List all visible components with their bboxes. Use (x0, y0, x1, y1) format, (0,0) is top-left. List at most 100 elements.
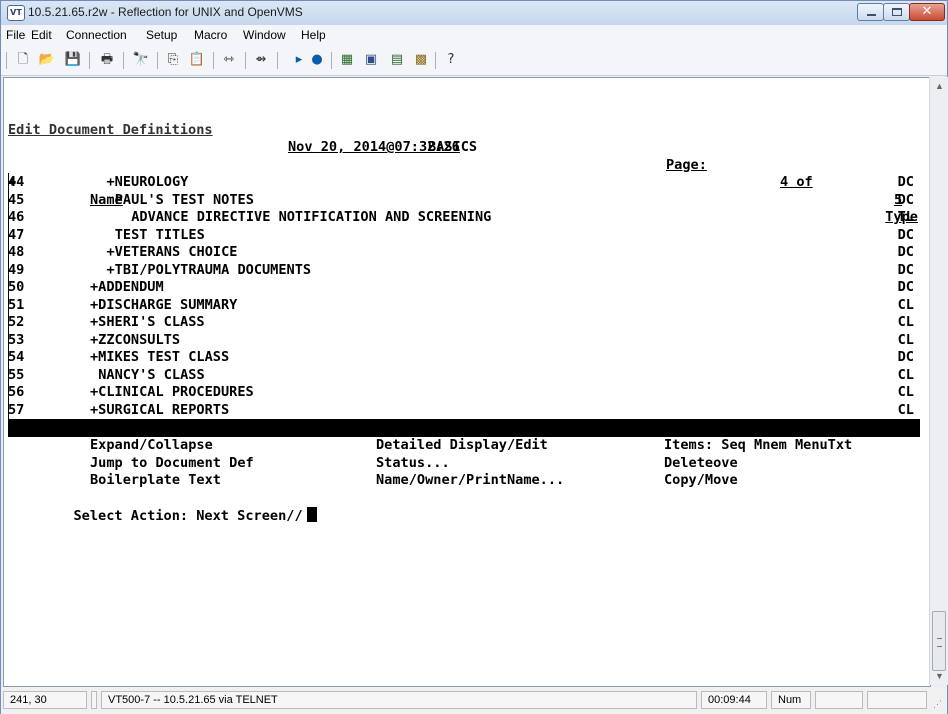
toolbar-grip (6, 52, 7, 69)
more-actions-hint[interactable]: >>> (886, 515, 911, 531)
row-number: 49 (8, 261, 25, 278)
action-menu-item[interactable]: Expand/Collapse (90, 437, 213, 455)
scroll-up-icon[interactable]: ▲ (935, 81, 944, 91)
row-number: 46 (8, 209, 25, 225)
row-name: +ZZCONSULTS (90, 331, 181, 348)
new-file-icon[interactable]: 🗋 (13, 51, 33, 69)
display-icon[interactable]: ▤ (387, 51, 407, 69)
maximize-icon (892, 8, 902, 16)
minimize-button[interactable] (857, 3, 884, 21)
menu-file[interactable]: File (6, 28, 25, 42)
toolbar-separator (331, 52, 332, 69)
thumb-grip-icon (937, 638, 942, 647)
row-type: DC (897, 174, 914, 190)
row-name: +SURGICAL REPORTS (90, 401, 230, 418)
action-menu-item[interactable]: Detailed Display/Edit (376, 437, 548, 455)
row-name: ADVANCE DIRECTIVE NOTIFICATION AND SCREE… (131, 209, 492, 225)
terminal-screen[interactable]: Edit Document Definitions Nov 20, 2014@0… (3, 77, 931, 687)
close-button[interactable]: ✕ (909, 3, 945, 21)
action-menu-item[interactable]: Items: Seq Mnem MenuTxt (664, 437, 852, 455)
connect-icon[interactable]: ⇿ (219, 51, 239, 69)
record-macro-icon[interactable]: ● (307, 51, 327, 69)
row-number: 50 (8, 279, 25, 295)
document-row[interactable]: 44 +NEUROLOGY DC (8, 174, 920, 192)
toolbar-separator (123, 52, 124, 69)
document-row[interactable]: 49 +TBI/POLYTRAUMA DOCUMENTS DC (8, 262, 920, 280)
row-number: 44 (8, 174, 25, 190)
action-menu-item[interactable]: Copy/Move (664, 472, 738, 490)
scroll-down-icon[interactable]: ▼ (935, 671, 944, 681)
resize-grip-icon[interactable]: ⋰ (933, 699, 942, 710)
toolbar: 🗋 📂 💾 🖶 🔭 ⎘ 📋 ⇿ ⇴ ▸ ● ▦ ▣ ▤ ▩ ? (1, 45, 947, 76)
terminal-text-area: Edit Document Definitions Nov 20, 2014@0… (8, 104, 920, 531)
session-timer: 00:09:44 (701, 691, 767, 709)
row-name: +TBI/POLYTRAUMA DOCUMENTS (106, 261, 312, 278)
row-number: 51 (8, 296, 25, 313)
open-folder-icon[interactable]: 📂 (37, 51, 57, 69)
row-number: 54 (8, 349, 25, 365)
vertical-scrollbar[interactable]: ▲ ▼ (929, 77, 948, 685)
row-name: TEST TITLES (114, 226, 205, 243)
action-menu-item[interactable]: Jump to Document Def (90, 455, 254, 473)
title-bar[interactable]: VT 10.5.21.65.r2w - Reflection for UNIX … (1, 1, 947, 25)
row-type: CL (897, 401, 914, 418)
row-type: DC (897, 244, 914, 260)
document-row[interactable]: 52 +SHERI'S CLASS CL (8, 314, 920, 332)
document-row[interactable]: 48 +VETERANS CHOICE DC (8, 244, 920, 262)
context-help-icon[interactable]: ? (441, 51, 461, 69)
document-row[interactable]: 53 +ZZCONSULTS CL (8, 332, 920, 350)
save-icon[interactable]: 💾 (63, 51, 83, 69)
row-number: 47 (8, 226, 25, 243)
menu-connection[interactable]: Connection (66, 28, 127, 42)
print-icon[interactable]: 🖶 (97, 51, 117, 69)
run-macro-icon[interactable]: ▸ (289, 51, 309, 69)
prompt-line[interactable]: Select Action: Next Screen// (8, 489, 920, 524)
status-bar: 241, 30 VT500-7 -- 10.5.21.65 via TELNET… (1, 687, 947, 714)
row-name: +NEUROLOGY (106, 174, 189, 190)
cursor-position: 241, 30 (3, 691, 87, 709)
menu-window[interactable]: Window (243, 28, 286, 42)
menu-edit[interactable]: Edit (31, 28, 52, 42)
menu-setup[interactable]: Setup (146, 28, 177, 42)
row-name: +MIKES TEST CLASS (90, 349, 230, 365)
row-type: DC (897, 226, 914, 243)
document-row[interactable]: 50 +ADDENDUM DC (8, 279, 920, 297)
document-row[interactable]: 51 +DISCHARGE SUMMARY CL (8, 297, 920, 315)
row-name: +CLINICAL PROCEDURES (90, 384, 254, 400)
action-menu-item[interactable]: Name/Owner/PrintName... (376, 472, 564, 490)
row-type: CL (897, 314, 914, 330)
paste-icon[interactable]: 📋 (187, 51, 207, 69)
document-row[interactable]: 56 +CLINICAL PROCEDURES CL (8, 384, 920, 402)
document-row[interactable]: 47 TEST TITLES DC (8, 227, 920, 245)
keyboard-icon[interactable]: ▣ (361, 51, 381, 69)
menu-macro[interactable]: Macro (194, 28, 227, 42)
action-bar-plus: + (8, 435, 17, 451)
maximize-button[interactable] (883, 3, 910, 21)
menu-help[interactable]: Help (301, 28, 326, 42)
row-type: DC (897, 349, 914, 365)
toolbar-separator (277, 52, 278, 69)
document-row[interactable]: 46 ADVANCE DIRECTIVE NOTIFICATION AND SCR… (8, 209, 920, 227)
copy-icon[interactable]: ⎘ (163, 51, 183, 69)
toolbar-separator (435, 52, 436, 69)
row-type: DC (897, 279, 914, 295)
action-menu-item[interactable]: Deleteove (664, 455, 738, 473)
action-menu-item[interactable]: Boilerplate Text (90, 472, 221, 490)
document-row[interactable]: 54 +MIKES TEST CLASS DC (8, 349, 920, 367)
row-number: 57 (8, 401, 25, 418)
setup-icon[interactable]: ▦ (337, 51, 357, 69)
binoculars-find-icon[interactable]: 🔭 (131, 51, 151, 69)
document-row[interactable]: 57 +SURGICAL REPORTS CL (8, 402, 920, 420)
menu-bar: File Edit Connection Setup Macro Window … (1, 25, 947, 45)
window-title: 10.5.21.65.r2w - Reflection for UNIX and… (28, 5, 303, 19)
document-row[interactable]: 55 NANCY'S CLASS CL (8, 367, 920, 385)
row-name: NANCY'S CLASS (98, 366, 205, 383)
scroll-thumb[interactable] (932, 611, 946, 671)
action-menu-item[interactable]: Status... (376, 455, 450, 473)
select-action-prompt: Select Action: Next Screen// (73, 507, 303, 524)
screen-header: Edit Document Definitions Nov 20, 2014@0… (8, 104, 920, 208)
document-row[interactable]: 45 PAUL'S TEST NOTES DC (8, 192, 920, 210)
vt-app-icon[interactable]: VT (7, 5, 25, 21)
color-icon[interactable]: ▩ (411, 51, 431, 69)
disconnect-icon[interactable]: ⇴ (251, 51, 271, 69)
